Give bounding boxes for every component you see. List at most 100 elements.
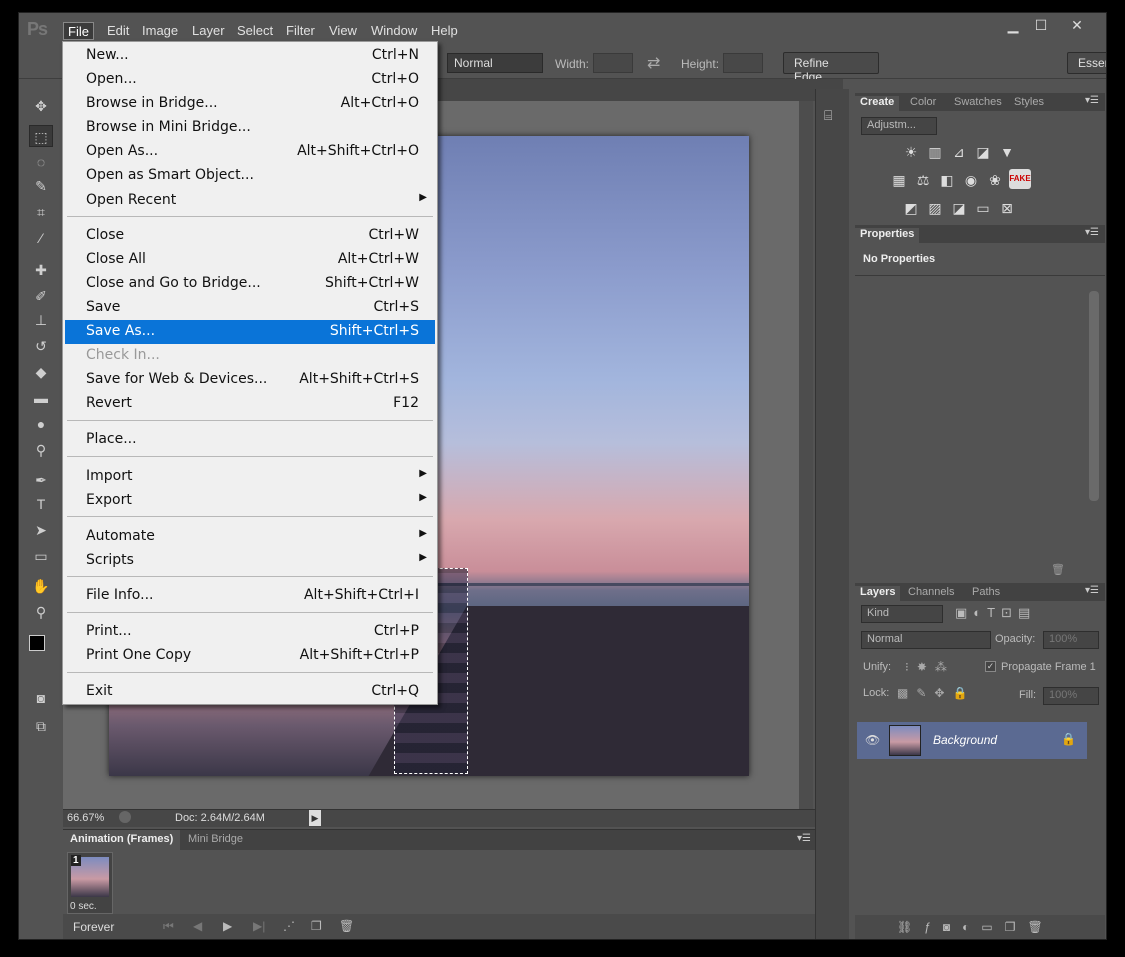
layer-filter-icons[interactable]: ▣◐T⊡▤: [955, 605, 1036, 621]
selective-color-icon[interactable]: ⊠: [997, 199, 1017, 217]
channel-mixer-icon[interactable]: ❀: [985, 171, 1005, 189]
tab-properties[interactable]: Properties: [855, 228, 920, 243]
tab-styles[interactable]: Styles: [1009, 96, 1049, 108]
quick-mask-icon[interactable]: ◙: [29, 687, 53, 709]
tab-mini-bridge[interactable]: Mini Bridge: [181, 830, 250, 850]
new-frame-icon[interactable]: ❐: [311, 919, 322, 933]
lock-icons[interactable]: ▩✎✥🔒: [897, 686, 975, 700]
exposure-icon[interactable]: ◪: [973, 143, 993, 161]
gradient-icon[interactable]: ▬: [29, 387, 53, 409]
panel-menu-icon[interactable]: ▾☰: [1085, 585, 1099, 596]
menu-item-open-recent[interactable]: Open Recent ▶: [65, 189, 435, 213]
menu-edit[interactable]: Edit: [103, 22, 133, 40]
layer-name[interactable]: Background: [933, 733, 997, 747]
unify-icons[interactable]: ⁝✸⁂: [905, 660, 955, 674]
panel-menu-icon[interactable]: ▾☰: [1085, 227, 1099, 238]
move-tool-icon[interactable]: ✥: [29, 95, 53, 117]
menu-item-automate[interactable]: Automate ▶: [65, 525, 435, 549]
menu-item-close-go-bridge[interactable]: Close and Go to Bridge... Shift+Ctrl+W: [65, 272, 435, 296]
foreground-color-swatch[interactable]: [29, 635, 45, 651]
first-frame-icon[interactable]: ⏮: [163, 919, 174, 934]
menu-item-print-one-copy[interactable]: Print One Copy Alt+Shift+Ctrl+P: [65, 644, 435, 668]
zoom-tool-icon[interactable]: ⚲: [29, 601, 53, 623]
hand-tool-icon[interactable]: ✋: [29, 575, 53, 597]
animation-frame[interactable]: 1 0 sec.: [67, 852, 113, 914]
blend-mode-select[interactable]: Normal: [861, 631, 991, 649]
menu-item-file-info[interactable]: File Info... Alt+Shift+Ctrl+I: [65, 584, 435, 608]
menu-item-save-as[interactable]: Save As... Shift+Ctrl+S: [65, 320, 435, 344]
layer-kind-filter[interactable]: Kind: [861, 605, 943, 623]
menu-image[interactable]: Image: [138, 22, 182, 40]
close-button[interactable]: ✕: [1055, 15, 1099, 35]
refine-edge-button[interactable]: Refine Edge...: [783, 52, 879, 84]
brush-tool-icon[interactable]: ✐: [29, 285, 53, 307]
maximize-button[interactable]: ☐: [1027, 15, 1055, 35]
next-frame-icon[interactable]: ▶|: [253, 919, 265, 933]
menu-item-browse-mini-bridge[interactable]: Browse in Mini Bridge...: [65, 116, 435, 140]
tab-animation-frames[interactable]: Animation (Frames): [63, 830, 181, 850]
type-tool-icon[interactable]: T: [29, 493, 53, 515]
marquee-tool-icon[interactable]: ⬚: [29, 125, 53, 147]
tab-paths[interactable]: Paths: [967, 586, 1005, 598]
menu-item-place[interactable]: Place...: [65, 428, 435, 452]
menu-item-close-all[interactable]: Close All Alt+Ctrl+W: [65, 248, 435, 272]
trash-icon[interactable]: 🗑: [1051, 563, 1065, 576]
menu-item-import[interactable]: Import ▶: [65, 465, 435, 489]
menu-item-save-for-web[interactable]: Save for Web & Devices... Alt+Shift+Ctrl+…: [65, 368, 435, 392]
history-brush-icon[interactable]: ↺: [29, 335, 53, 357]
layer-row-background[interactable]: 👁 Background 🔒: [857, 722, 1087, 759]
brightness-icon[interactable]: ☀: [901, 143, 921, 161]
zoom-level[interactable]: 66.67%: [67, 812, 104, 824]
tab-layers[interactable]: Layers: [855, 586, 901, 601]
play-icon[interactable]: ▶: [223, 919, 232, 933]
panel-menu-icon[interactable]: ▾☰: [797, 833, 811, 844]
shape-tool-icon[interactable]: ▭: [29, 545, 53, 567]
menu-layer[interactable]: Layer: [188, 22, 229, 40]
adjustment-dropdown[interactable]: Adjustm...: [861, 117, 937, 135]
threshold-icon[interactable]: ◪: [949, 199, 969, 217]
path-select-icon[interactable]: ➤: [29, 519, 53, 541]
menu-view[interactable]: View: [325, 22, 361, 40]
tab-color[interactable]: Color: [905, 96, 941, 108]
menu-item-exit[interactable]: Exit Ctrl+Q: [65, 680, 435, 704]
propagate-checkbox[interactable]: ✓: [985, 661, 996, 672]
layer-footer-icons[interactable]: ⛓ƒ◙◐▭❐🗑: [897, 920, 1055, 934]
tab-channels[interactable]: Channels: [903, 586, 959, 598]
properties-scrollbar[interactable]: [1089, 291, 1099, 501]
pen-tool-icon[interactable]: ✒: [29, 469, 53, 491]
healing-brush-icon[interactable]: ✚: [29, 259, 53, 281]
swap-icon[interactable]: ⇄: [647, 53, 660, 73]
style-select[interactable]: Normal: [447, 53, 543, 73]
curves-icon[interactable]: ⊿: [949, 143, 969, 161]
document-scrollbar[interactable]: [799, 101, 813, 809]
eyedropper-icon[interactable]: ⁄: [29, 227, 53, 249]
menu-item-open[interactable]: Open... Ctrl+O: [65, 68, 435, 92]
hue-saturation-icon[interactable]: ▦: [889, 171, 909, 189]
menu-item-browse-bridge[interactable]: Browse in Bridge... Alt+Ctrl+O: [65, 92, 435, 116]
stamp-tool-icon[interactable]: ⊥: [29, 309, 53, 331]
history-panel-icon[interactable]: ⌸: [824, 107, 832, 124]
menu-select[interactable]: Select: [233, 22, 277, 40]
menu-item-revert[interactable]: Revert F12: [65, 392, 435, 416]
opacity-field[interactable]: 100%: [1043, 631, 1099, 649]
levels-icon[interactable]: ▥: [925, 143, 945, 161]
blur-icon[interactable]: ●: [29, 413, 53, 435]
delete-frame-icon[interactable]: 🗑: [339, 919, 354, 933]
height-field[interactable]: [723, 53, 763, 73]
menu-item-scripts[interactable]: Scripts ▶: [65, 549, 435, 573]
panel-menu-icon[interactable]: ▾☰: [1085, 95, 1099, 106]
quick-select-icon[interactable]: ✎: [29, 175, 53, 197]
menu-item-save[interactable]: Save Ctrl+S: [65, 296, 435, 320]
dodge-icon[interactable]: ⚲: [29, 439, 53, 461]
tab-swatches[interactable]: Swatches: [949, 96, 1007, 108]
menu-item-print[interactable]: Print... Ctrl+P: [65, 620, 435, 644]
lasso-tool-icon[interactable]: ◌: [29, 151, 53, 173]
menu-help[interactable]: Help: [427, 22, 462, 40]
visibility-eye-icon[interactable]: 👁: [865, 733, 880, 747]
menu-filter[interactable]: Filter: [282, 22, 319, 40]
tween-icon[interactable]: ⋰: [283, 919, 295, 933]
menu-item-open-smart-object[interactable]: Open as Smart Object...: [65, 164, 435, 188]
vibrance-icon[interactable]: ▼: [997, 143, 1017, 161]
menu-item-close[interactable]: Close Ctrl+W: [65, 224, 435, 248]
prev-frame-icon[interactable]: ◀: [193, 919, 202, 933]
